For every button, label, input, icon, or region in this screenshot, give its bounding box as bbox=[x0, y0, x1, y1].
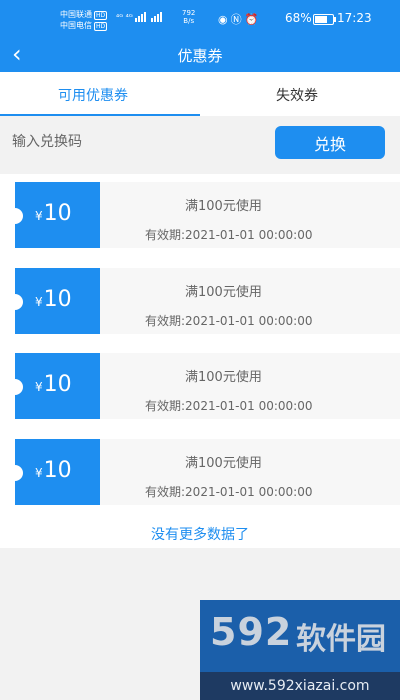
coupon-validity: 有效期:2021-01-01 00:00:00 bbox=[145, 485, 313, 499]
tab-bar: 可用优惠券 失效券 bbox=[0, 72, 400, 116]
coupon-amount-block: ¥10 bbox=[7, 353, 100, 419]
coupon-notch bbox=[7, 465, 23, 481]
currency-symbol: ¥ bbox=[35, 209, 43, 223]
coupon-amount: 10 bbox=[43, 372, 72, 397]
clock: 17:23 bbox=[337, 11, 372, 25]
redeem-button[interactable]: 兑换 bbox=[275, 126, 385, 159]
coupon-condition: 满100元使用 bbox=[185, 285, 262, 300]
watermark-logo: 592 软件园 www.592xiazai.com bbox=[200, 600, 400, 700]
coupon-notch bbox=[7, 294, 23, 310]
watermark-number: 592 bbox=[210, 610, 293, 654]
coupon-validity: 有效期:2021-01-01 00:00:00 bbox=[145, 314, 313, 328]
coupon-amount: 10 bbox=[43, 287, 72, 312]
signal-icon: ⁴ᴳ ⁴ᴳ bbox=[116, 12, 165, 22]
currency-symbol: ¥ bbox=[35, 466, 43, 480]
tab-available-coupons[interactable]: 可用优惠券 bbox=[58, 85, 128, 105]
battery-percent: 68% bbox=[285, 11, 312, 25]
alarm-icon: ⏰ bbox=[244, 13, 262, 26]
coupon-condition: 满100元使用 bbox=[185, 456, 262, 471]
redeem-row: 兑换 bbox=[0, 116, 400, 168]
coupon-amount-block: ¥10 bbox=[7, 268, 100, 334]
currency-symbol: ¥ bbox=[35, 295, 43, 309]
coupon-notch bbox=[7, 379, 23, 395]
coupon-amount-block: ¥10 bbox=[7, 182, 100, 248]
app-header: ‹ 优惠券 bbox=[0, 38, 400, 72]
no-more-data-text: 没有更多数据了 bbox=[151, 527, 249, 543]
page-title: 优惠券 bbox=[177, 47, 223, 65]
watermark-url: www.592xiazai.com bbox=[200, 672, 400, 700]
coupon-validity: 有效期:2021-01-01 00:00:00 bbox=[145, 228, 313, 242]
hd-badge: HD bbox=[94, 11, 108, 20]
carrier-1: 中国联通 bbox=[60, 10, 92, 19]
status-bar: 中国联通 HD 中国电信 HD ⁴ᴳ ⁴ᴳ 792 B/s ◉Ⓝ⏰ 68% 17:2… bbox=[0, 0, 400, 38]
coupon-notch bbox=[7, 208, 23, 224]
battery-icon bbox=[313, 14, 336, 25]
status-icons: ◉Ⓝ⏰ bbox=[218, 11, 261, 27]
coupon-card[interactable]: ¥10 满100元使用 有效期:2021-01-01 00:00:00 bbox=[7, 268, 400, 334]
net-speed: 792 B/s bbox=[182, 9, 196, 25]
tab-expired-coupons[interactable]: 失效券 bbox=[276, 85, 318, 105]
eye-icon: ◉ bbox=[218, 13, 231, 26]
coupon-condition: 满100元使用 bbox=[185, 199, 262, 214]
coupon-amount: 10 bbox=[43, 458, 72, 483]
coupon-card[interactable]: ¥10 满100元使用 有效期:2021-01-01 00:00:00 bbox=[7, 182, 400, 248]
coupon-card[interactable]: ¥10 满100元使用 有效期:2021-01-01 00:00:00 bbox=[7, 439, 400, 505]
nfc-icon: Ⓝ bbox=[230, 13, 245, 26]
coupon-amount: 10 bbox=[43, 201, 72, 226]
coupon-card[interactable]: ¥10 满100元使用 有效期:2021-01-01 00:00:00 bbox=[7, 353, 400, 419]
carrier-info: 中国联通 HD 中国电信 HD bbox=[60, 9, 108, 31]
coupon-condition: 满100元使用 bbox=[185, 370, 262, 385]
coupon-list: ¥10 满100元使用 有效期:2021-01-01 00:00:00 ¥10 … bbox=[0, 174, 400, 548]
carrier-2: 中国电信 bbox=[60, 21, 92, 30]
redeem-code-input[interactable] bbox=[10, 128, 254, 156]
currency-symbol: ¥ bbox=[35, 380, 43, 394]
coupon-amount-block: ¥10 bbox=[7, 439, 100, 505]
hd-badge: HD bbox=[94, 22, 108, 31]
watermark-brand: 软件园 bbox=[296, 622, 386, 657]
coupon-validity: 有效期:2021-01-01 00:00:00 bbox=[145, 399, 313, 413]
